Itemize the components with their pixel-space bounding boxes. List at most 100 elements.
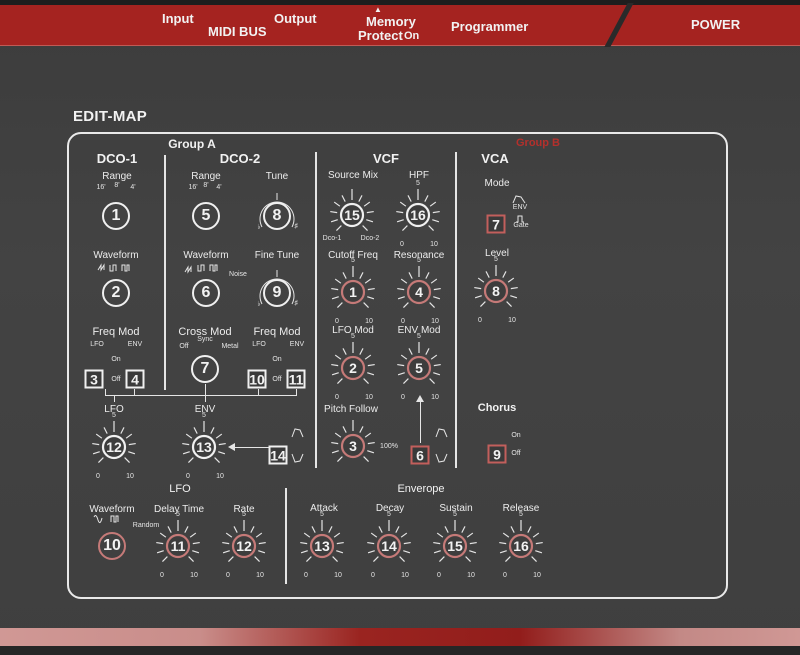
knob-tick (359, 348, 364, 355)
scale-max: 10 (190, 572, 198, 579)
knob-tick (342, 348, 347, 355)
dco2-env-switch[interactable]: 11 (286, 369, 306, 389)
divider-lfo-env (285, 488, 287, 584)
knob-scale-rays: 2 (331, 342, 375, 384)
header-programmer: Programmer (451, 19, 529, 34)
knob-number: 14 (381, 538, 397, 554)
scale-min: 0 (478, 317, 482, 324)
env-mod-knob[interactable]: 5 5 0 10 (391, 333, 447, 401)
knob-tick (399, 201, 407, 207)
dco1-env-label: ENV (127, 341, 143, 348)
dco1-off-label: Off (111, 376, 121, 383)
knob-tick (395, 526, 400, 533)
knob-tick (103, 427, 108, 434)
knob-tick (535, 550, 543, 554)
hpf-knob[interactable]: 16 5 0 10 (390, 180, 446, 248)
env-shape-icon (512, 195, 526, 204)
dco1-lfo-switch[interactable]: 3 (84, 369, 104, 389)
knob-tick (408, 272, 413, 279)
lfo-delay-knob[interactable]: 11 5 0 10 (150, 511, 206, 579)
cutoff-knob[interactable]: 1 5 0 10 (325, 257, 381, 325)
knob-tick (364, 278, 372, 284)
release-knob[interactable]: 16 5 0 10 (493, 511, 549, 579)
mod-env-knob[interactable]: 13 5 0 10 (176, 412, 232, 480)
knob-tick (480, 301, 486, 307)
decay-knob[interactable]: 14 5 0 10 (361, 511, 417, 579)
chorus-switch[interactable]: 9 (487, 444, 507, 464)
dco2-fine-tune-knob[interactable]: 9 (263, 279, 291, 307)
knob-tick (469, 550, 477, 554)
dco2-fine-tune-sharp: ♯ (294, 300, 298, 307)
dco1-waveform-icons (97, 263, 130, 272)
knob-tick (469, 541, 477, 545)
scale-min: 0 (437, 572, 441, 579)
knob-tick (228, 556, 234, 562)
knob-tick (300, 541, 308, 545)
header-protect-on: On (404, 30, 420, 42)
vca-level-knob[interactable]: 8 5 0 10 (468, 256, 524, 324)
knob-tick (250, 526, 255, 533)
knob-scale-rays: 12 (92, 421, 136, 463)
bus-tick (258, 389, 259, 395)
attack-knob[interactable]: 13 5 0 10 (294, 511, 350, 579)
dco2-lfo-switch[interactable]: 10 (247, 369, 267, 389)
scale-min: 0 (226, 572, 230, 579)
mod-lfo-knob[interactable]: 12 5 0 10 (86, 412, 142, 480)
mod-bus-line (105, 395, 297, 396)
scale-min: 0 (160, 572, 164, 579)
group-a-label: Group A (168, 137, 216, 151)
mod-env-polarity-switch[interactable]: 14 (268, 445, 288, 465)
scale-mid: 5 (176, 511, 180, 518)
vcf-env-polarity-switch[interactable]: 6 (410, 445, 430, 465)
vcf-title: VCF (373, 151, 399, 166)
cross-mod-knob[interactable]: 7 (191, 355, 219, 383)
knob-scale-rays: 1 (331, 266, 375, 308)
cross-mod-metal: Metal (221, 343, 239, 350)
scale-mid: 5 (417, 333, 421, 340)
lfo-mod-knob[interactable]: 2 5 0 10 (325, 333, 381, 401)
vca-mode-switch[interactable]: 7 (486, 214, 506, 234)
knob-tick (510, 295, 518, 299)
dco2-range-knob[interactable]: 5 (192, 202, 220, 230)
knob-tick (156, 541, 164, 545)
scale-mid: 5 (112, 412, 116, 419)
dco2-range-8: 8' (203, 182, 209, 189)
dco1-waveform-knob[interactable]: 2 (102, 279, 130, 307)
divider-dco1-dco2 (164, 155, 166, 390)
knob-scale-rays: 16 (396, 189, 440, 231)
knob-tick (477, 277, 485, 283)
knob-scale-rays: 8 (474, 265, 518, 307)
knob-tick (425, 272, 430, 279)
scale-mid: 5 (387, 511, 391, 518)
dco2-waveform-knob[interactable]: 6 (192, 279, 220, 307)
scale-min: 0 (96, 473, 100, 480)
chorus-off-label: Off (511, 450, 521, 457)
resonance-knob[interactable]: 4 5 0 10 (391, 257, 447, 325)
knob-number: 15 (344, 207, 360, 223)
knob-tick (378, 526, 383, 533)
knob-tick (225, 532, 233, 538)
knob-scale-rays: 16 (499, 520, 543, 562)
knob-tick (428, 225, 434, 231)
dco1-env-switch[interactable]: 4 (125, 369, 145, 389)
dco1-waveform-label: Waveform (93, 250, 139, 261)
lfo-rate-knob[interactable]: 12 5 0 10 (216, 511, 272, 579)
dco1-range-knob[interactable]: 1 (102, 202, 130, 230)
knob-tick (403, 378, 409, 384)
knob-tick (403, 302, 409, 308)
knob-tick (334, 278, 342, 284)
pitch-follow-knob[interactable]: 3 (325, 418, 381, 474)
knob-scale-rays: 5 (397, 342, 441, 384)
dco1-range-4: 4' (130, 184, 136, 191)
knob-tick (367, 287, 375, 291)
scale-mid: 5 (242, 511, 246, 518)
lfo-waveform-knob[interactable]: 10 (98, 532, 126, 560)
sustain-knob[interactable]: 15 5 0 10 (427, 511, 483, 579)
dco2-tune-knob[interactable]: 8 (263, 202, 291, 230)
vcf-envelope-shape-icons (435, 428, 448, 463)
scale-mid: 5 (351, 257, 355, 264)
dco2-freq-mod-label: Freq Mod (253, 326, 301, 338)
knob-scale-rays: 4 (397, 266, 441, 308)
knob-tick (510, 526, 515, 533)
dco2-tune-sharp: ♯ (294, 223, 298, 230)
